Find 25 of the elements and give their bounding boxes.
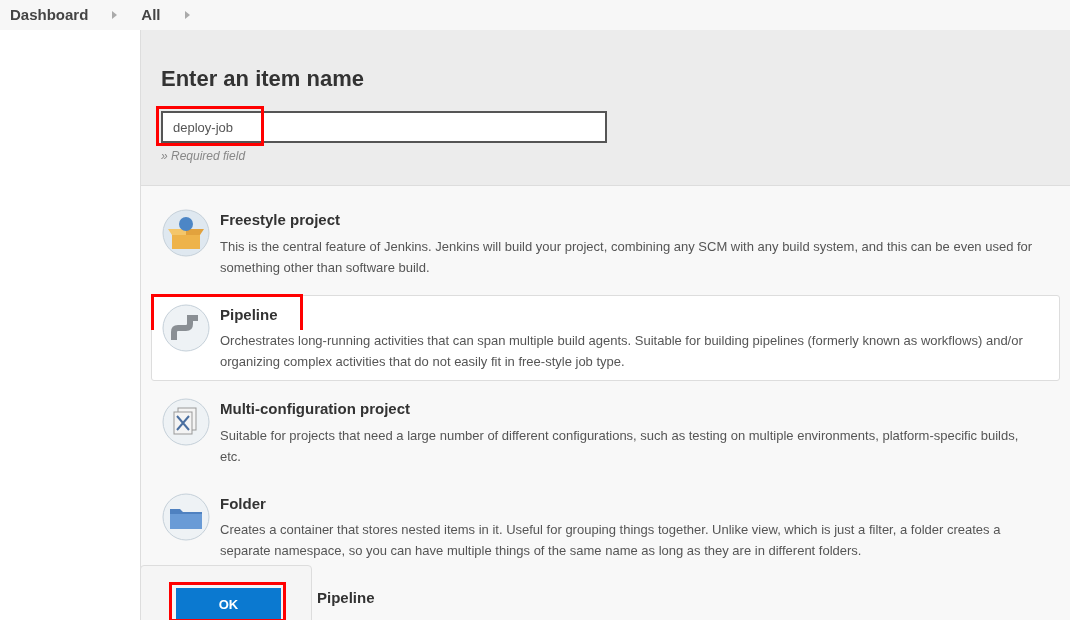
item-type-title: Multi-configuration project xyxy=(220,399,411,419)
chevron-icon xyxy=(112,11,118,19)
pipe-icon xyxy=(162,303,210,352)
package-icon xyxy=(162,209,210,257)
item-type-title: Pipeline xyxy=(220,304,279,325)
required-hint: » Required field xyxy=(161,148,247,165)
item-name-field[interactable]: deploy-job xyxy=(161,111,607,143)
page-heading: Enter an item name xyxy=(161,65,365,93)
item-type-option[interactable]: Multi-configuration project Suitable for projects that need a large number of different configurations, such as testing on multiple environments, platform-specific builds, etc. xyxy=(151,389,1060,476)
item-type-option[interactable]: Freestyle project This is the central feature of Jenkins. Jenkins will build your project, combining any SCM with any build system, and this can be even used for something other than software build. xyxy=(151,200,1060,287)
chevron-icon xyxy=(184,11,190,19)
item-type-description: This is the central feature of Jenkins. Jenkins will build your project, combining any SCM with any build system, and this can be even used for something other than software build. xyxy=(220,237,1034,277)
item-type-description: Orchestrates long-running activities that can span multiple build agents. Suitable for building pipelines (formerly known as workflows) and/or organizing complex activities that do not easily fit in free-style job type. xyxy=(220,332,1024,371)
item-type-title: Pipeline xyxy=(317,588,375,608)
ok-button[interactable]: OK xyxy=(176,588,281,620)
item-type-option[interactable] xyxy=(151,294,1060,381)
folder-icon xyxy=(162,492,210,541)
item-type-option[interactable]: Pipeline xyxy=(314,578,1060,611)
breadcrumb-link[interactable]: Dashboard xyxy=(10,3,89,27)
item-type-title: Folder xyxy=(220,493,267,514)
tools-icon xyxy=(162,398,210,446)
item-type-description: Creates a container that stores nested items in it. Useful for grouping things together. Unlike view, which is just a filter, a folder creates a separate namespace, so you can have multiple things of the same name as long as they are in different folders. xyxy=(220,521,1002,560)
breadcrumb-link[interactable]: All xyxy=(141,3,161,27)
item-type-description: Suitable for projects that need a large number of different configurations, such as testing on multiple environments, platform-specific builds, etc. xyxy=(220,426,1020,466)
item-type-title: Freestyle project xyxy=(220,210,342,230)
